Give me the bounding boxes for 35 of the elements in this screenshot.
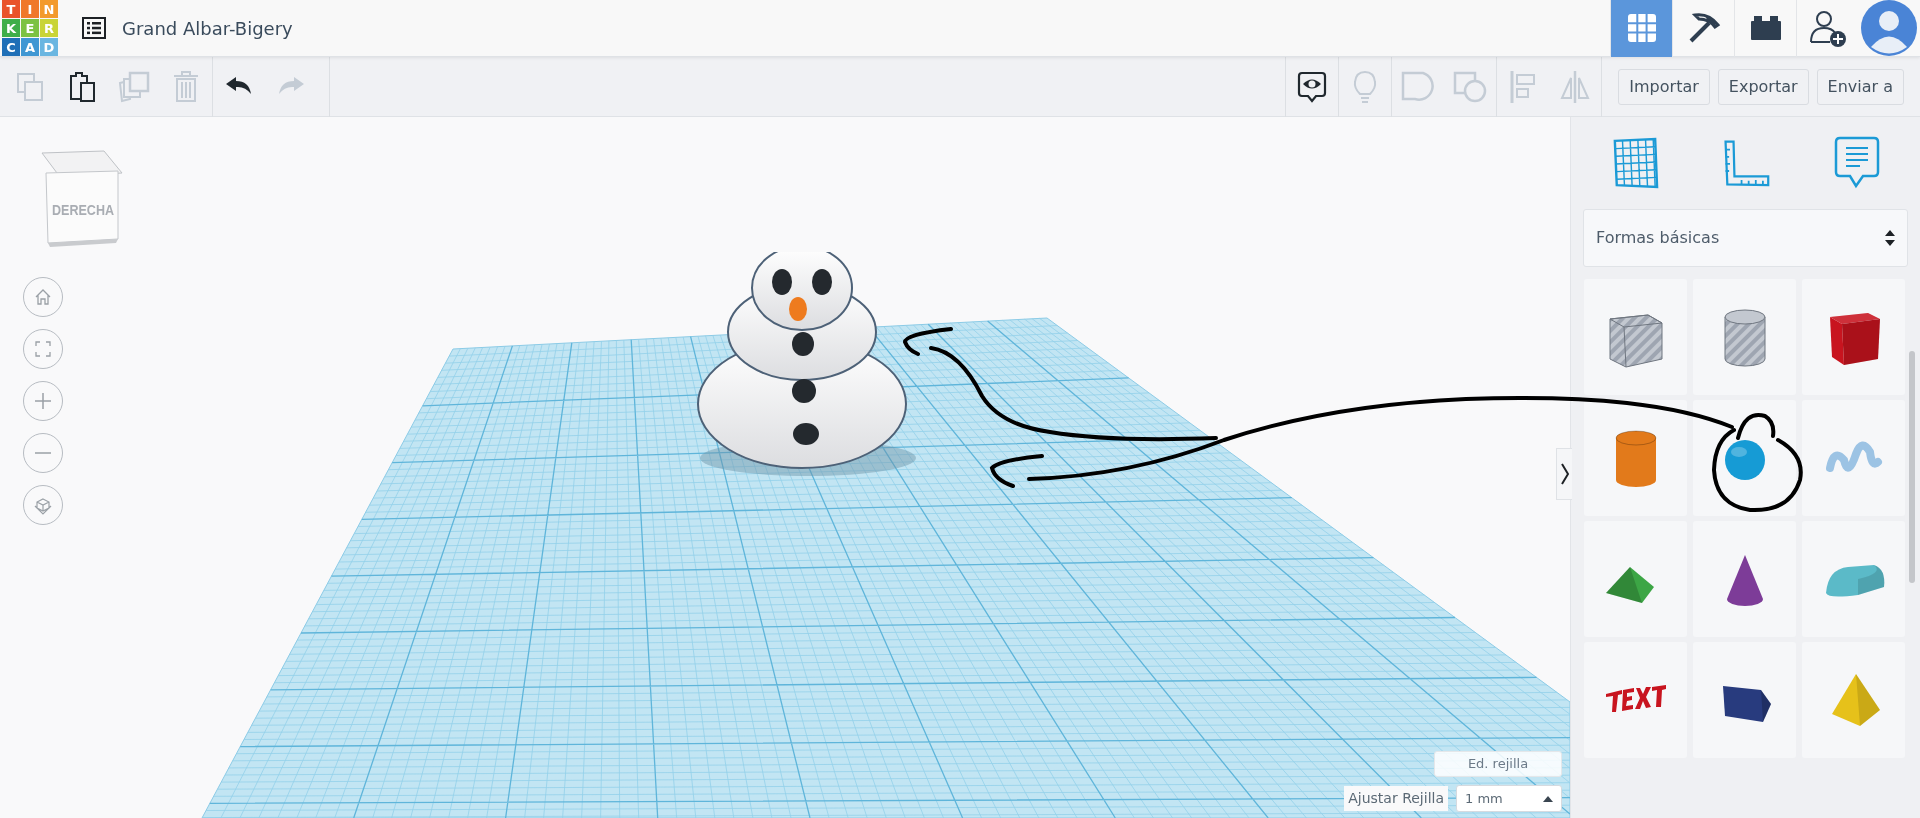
- snap-grid-label: Ajustar Rejilla: [1344, 786, 1448, 811]
- export-button[interactable]: Exportar: [1717, 68, 1809, 105]
- send-to-button[interactable]: Enviar a: [1816, 68, 1904, 105]
- avatar-icon[interactable]: [1861, 0, 1917, 56]
- shape-tile[interactable]: [1693, 642, 1796, 758]
- shape-tile[interactable]: [1802, 279, 1905, 395]
- cube-view-button[interactable]: [23, 485, 63, 525]
- zoom-in-button[interactable]: [23, 381, 63, 421]
- zoom-in-icon: [32, 390, 54, 412]
- fit-view-button[interactable]: [23, 329, 63, 369]
- home-button[interactable]: [23, 277, 63, 317]
- design-title: Grand Albar-Bigery: [122, 16, 293, 41]
- shape-tile[interactable]: [1693, 521, 1796, 637]
- design-list-icon[interactable]: [82, 17, 106, 39]
- shape-tile[interactable]: [1584, 642, 1687, 758]
- shape-tile[interactable]: [1584, 521, 1687, 637]
- shape-tile[interactable]: [1693, 279, 1796, 395]
- shape-tile[interactable]: [1584, 279, 1687, 395]
- import-button[interactable]: Importar: [1618, 68, 1710, 105]
- chevron-right-icon: [1560, 463, 1569, 485]
- snap-grid-select[interactable]: 1 mm: [1456, 785, 1562, 812]
- sort-caret-icon: [1885, 229, 1895, 247]
- shape-tile[interactable]: [1693, 400, 1796, 516]
- shape-category-select[interactable]: Formas básicas: [1583, 209, 1908, 267]
- shape-tile[interactable]: [1584, 400, 1687, 516]
- zoom-out-button[interactable]: [23, 433, 63, 473]
- shape-tile[interactable]: [1802, 642, 1905, 758]
- shape-tile[interactable]: [1802, 400, 1905, 516]
- caret-up-icon: [1543, 795, 1553, 802]
- edit-grid-button[interactable]: Ed. rejilla: [1434, 751, 1562, 777]
- collapse-panel-button[interactable]: [1556, 448, 1572, 500]
- scrollbar[interactable]: [1909, 351, 1915, 583]
- shape-tile[interactable]: [1802, 521, 1905, 637]
- fit-view-icon: [32, 338, 54, 360]
- tinkercad-logo[interactable]: T I N K E R C A D: [2, 0, 58, 56]
